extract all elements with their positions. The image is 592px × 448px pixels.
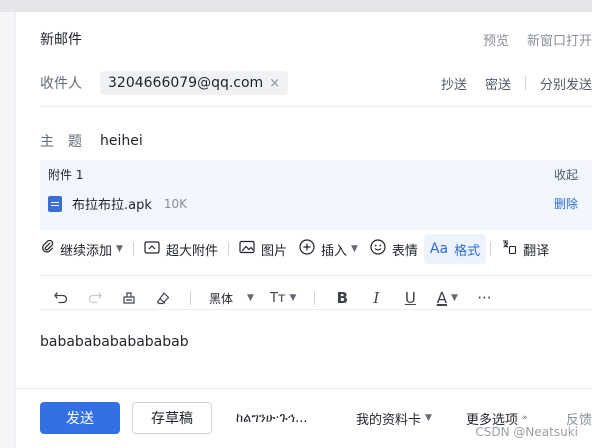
collapse-attachments-link[interactable]: 收起 [554, 166, 578, 183]
redo-icon[interactable] [78, 285, 112, 311]
text-color-button[interactable]: A ▼ [427, 285, 467, 311]
format-painter-icon[interactable] [112, 285, 146, 311]
font-size-icon: Tт [269, 290, 286, 306]
large-file-icon [144, 240, 160, 258]
save-draft-button[interactable]: 存草稿 [132, 402, 212, 434]
insert-button[interactable]: 插入 ▼ [293, 234, 364, 264]
continue-add-label: 继续添加 [60, 243, 113, 259]
font-size-select[interactable]: Tт ▼ [262, 291, 304, 306]
chevron-down-icon: ▼ [247, 293, 254, 303]
preview-link[interactable]: 预览 [483, 30, 509, 49]
attachment-filename[interactable]: 布拉布拉.apk [72, 194, 152, 213]
chevron-down-icon: ▼ [425, 413, 432, 423]
divider [524, 76, 526, 90]
bold-icon[interactable]: B [325, 285, 359, 311]
attachment-size: 10K [163, 196, 188, 211]
emoji-label: 表情 [391, 243, 418, 259]
font-family-label: 黑体 [209, 291, 234, 306]
my-card-label: 我的资料卡 [356, 412, 422, 428]
eraser-icon[interactable] [146, 285, 180, 311]
underline-icon[interactable]: U [393, 285, 427, 311]
recipient-row: 收件人 3204666079@qq.com × 抄送 密送 分别发送 [40, 70, 592, 96]
translate-button[interactable]: 翻译 [495, 234, 555, 264]
my-card-select[interactable]: 我的资料卡 ▼ [356, 402, 432, 434]
compose-header: 新邮件 预览 新窗口打开 [40, 28, 592, 50]
divider [40, 275, 592, 276]
signature-select[interactable]: ከልግንሁ·ጉኅ... [236, 402, 307, 434]
compose-footer: 发送 存草稿 ከልግንሁ·ጉኅ... 我的资料卡 ▼ 更多选项 » 反馈 [16, 388, 592, 448]
attachment-panel: 附件 1 收起 布拉布拉.apk 10K 删除 [40, 160, 592, 230]
message-body[interactable]: babababababababab [40, 334, 189, 350]
signature-label: ከልግንሁ·ጉኅ... [236, 410, 308, 426]
plus-circle-icon [299, 239, 315, 259]
recipient-address: 3204666079@qq.com [108, 75, 264, 91]
attachment-count: 附件 1 [48, 168, 84, 182]
open-new-window-link[interactable]: 新窗口打开 [527, 30, 592, 49]
divider [190, 291, 191, 305]
translate-label: 翻译 [523, 243, 550, 259]
divider [40, 309, 592, 310]
recipient-actions: 抄送 密送 分别发送 [441, 74, 592, 93]
paperclip-icon [42, 239, 54, 258]
chevron-double-down-icon: » [522, 413, 528, 423]
compose-title: 新邮件 [40, 32, 82, 48]
divider [314, 291, 316, 305]
italic-icon[interactable]: I [359, 285, 393, 311]
image-icon [239, 240, 255, 258]
more-format-icon[interactable]: ··· [467, 285, 501, 311]
recipient-chip[interactable]: 3204666079@qq.com × [100, 71, 289, 95]
send-separately-link[interactable]: 分别发送 [540, 74, 592, 93]
send-button[interactable]: 发送 [40, 402, 120, 434]
subject-label: 主 题 [40, 134, 82, 150]
format-aa-icon: Aa [429, 241, 449, 257]
subject-input[interactable]: heihei [100, 133, 143, 149]
attachment-toolbar: 继续添加 ▼ 超大附件 图片 插入 ▼ 表情 Aa 格式 翻译 [36, 232, 592, 266]
top-bar [0, 0, 592, 12]
chevron-down-icon: ▼ [451, 293, 458, 303]
divider [490, 242, 492, 256]
text-color-icon: A [436, 289, 448, 307]
remove-recipient-icon[interactable]: × [269, 76, 280, 91]
image-label: 图片 [260, 243, 287, 259]
divider [132, 242, 134, 256]
translate-icon [501, 239, 517, 259]
format-button[interactable]: Aa 格式 [423, 234, 487, 264]
continue-add-button[interactable]: 继续添加 ▼ [36, 234, 129, 264]
divider [40, 106, 592, 107]
chevron-down-icon: ▼ [289, 293, 297, 303]
chevron-down-icon: ▼ [350, 244, 358, 254]
file-icon [48, 195, 62, 212]
bcc-link[interactable]: 密送 [485, 74, 511, 93]
emoji-button[interactable]: 表情 [364, 234, 424, 264]
divider [227, 242, 229, 256]
subject-row: 主 题 heihei [40, 130, 592, 152]
header-actions: 预览 新窗口打开 [483, 30, 592, 49]
insert-label: 插入 [320, 243, 347, 259]
delete-attachment-link[interactable]: 删除 [554, 195, 578, 212]
attachment-item: 布拉布拉.apk 10K 删除 [48, 194, 578, 213]
recipient-label: 收件人 [40, 76, 82, 92]
undo-icon[interactable] [44, 285, 78, 311]
left-gutter [0, 12, 14, 448]
cc-link[interactable]: 抄送 [441, 74, 467, 93]
font-family-select[interactable]: 黑体 ▼ [201, 290, 262, 307]
insert-image-button[interactable]: 图片 [233, 234, 293, 264]
smiley-icon [370, 239, 386, 259]
format-label: 格式 [454, 243, 481, 259]
chevron-down-icon: ▼ [116, 244, 123, 254]
large-attachment-button[interactable]: 超大附件 [138, 234, 224, 264]
watermark-text: CSDN @Neatsuki [475, 425, 578, 439]
large-attachment-label: 超大附件 [165, 243, 218, 259]
compose-panel: 新邮件 预览 新窗口打开 收件人 3204666079@qq.com × 抄送 … [16, 12, 592, 448]
format-toolbar: 黑体 ▼ Tт ▼ B I U A ▼ ··· [44, 284, 592, 312]
attachment-header: 附件 1 收起 [48, 166, 578, 183]
